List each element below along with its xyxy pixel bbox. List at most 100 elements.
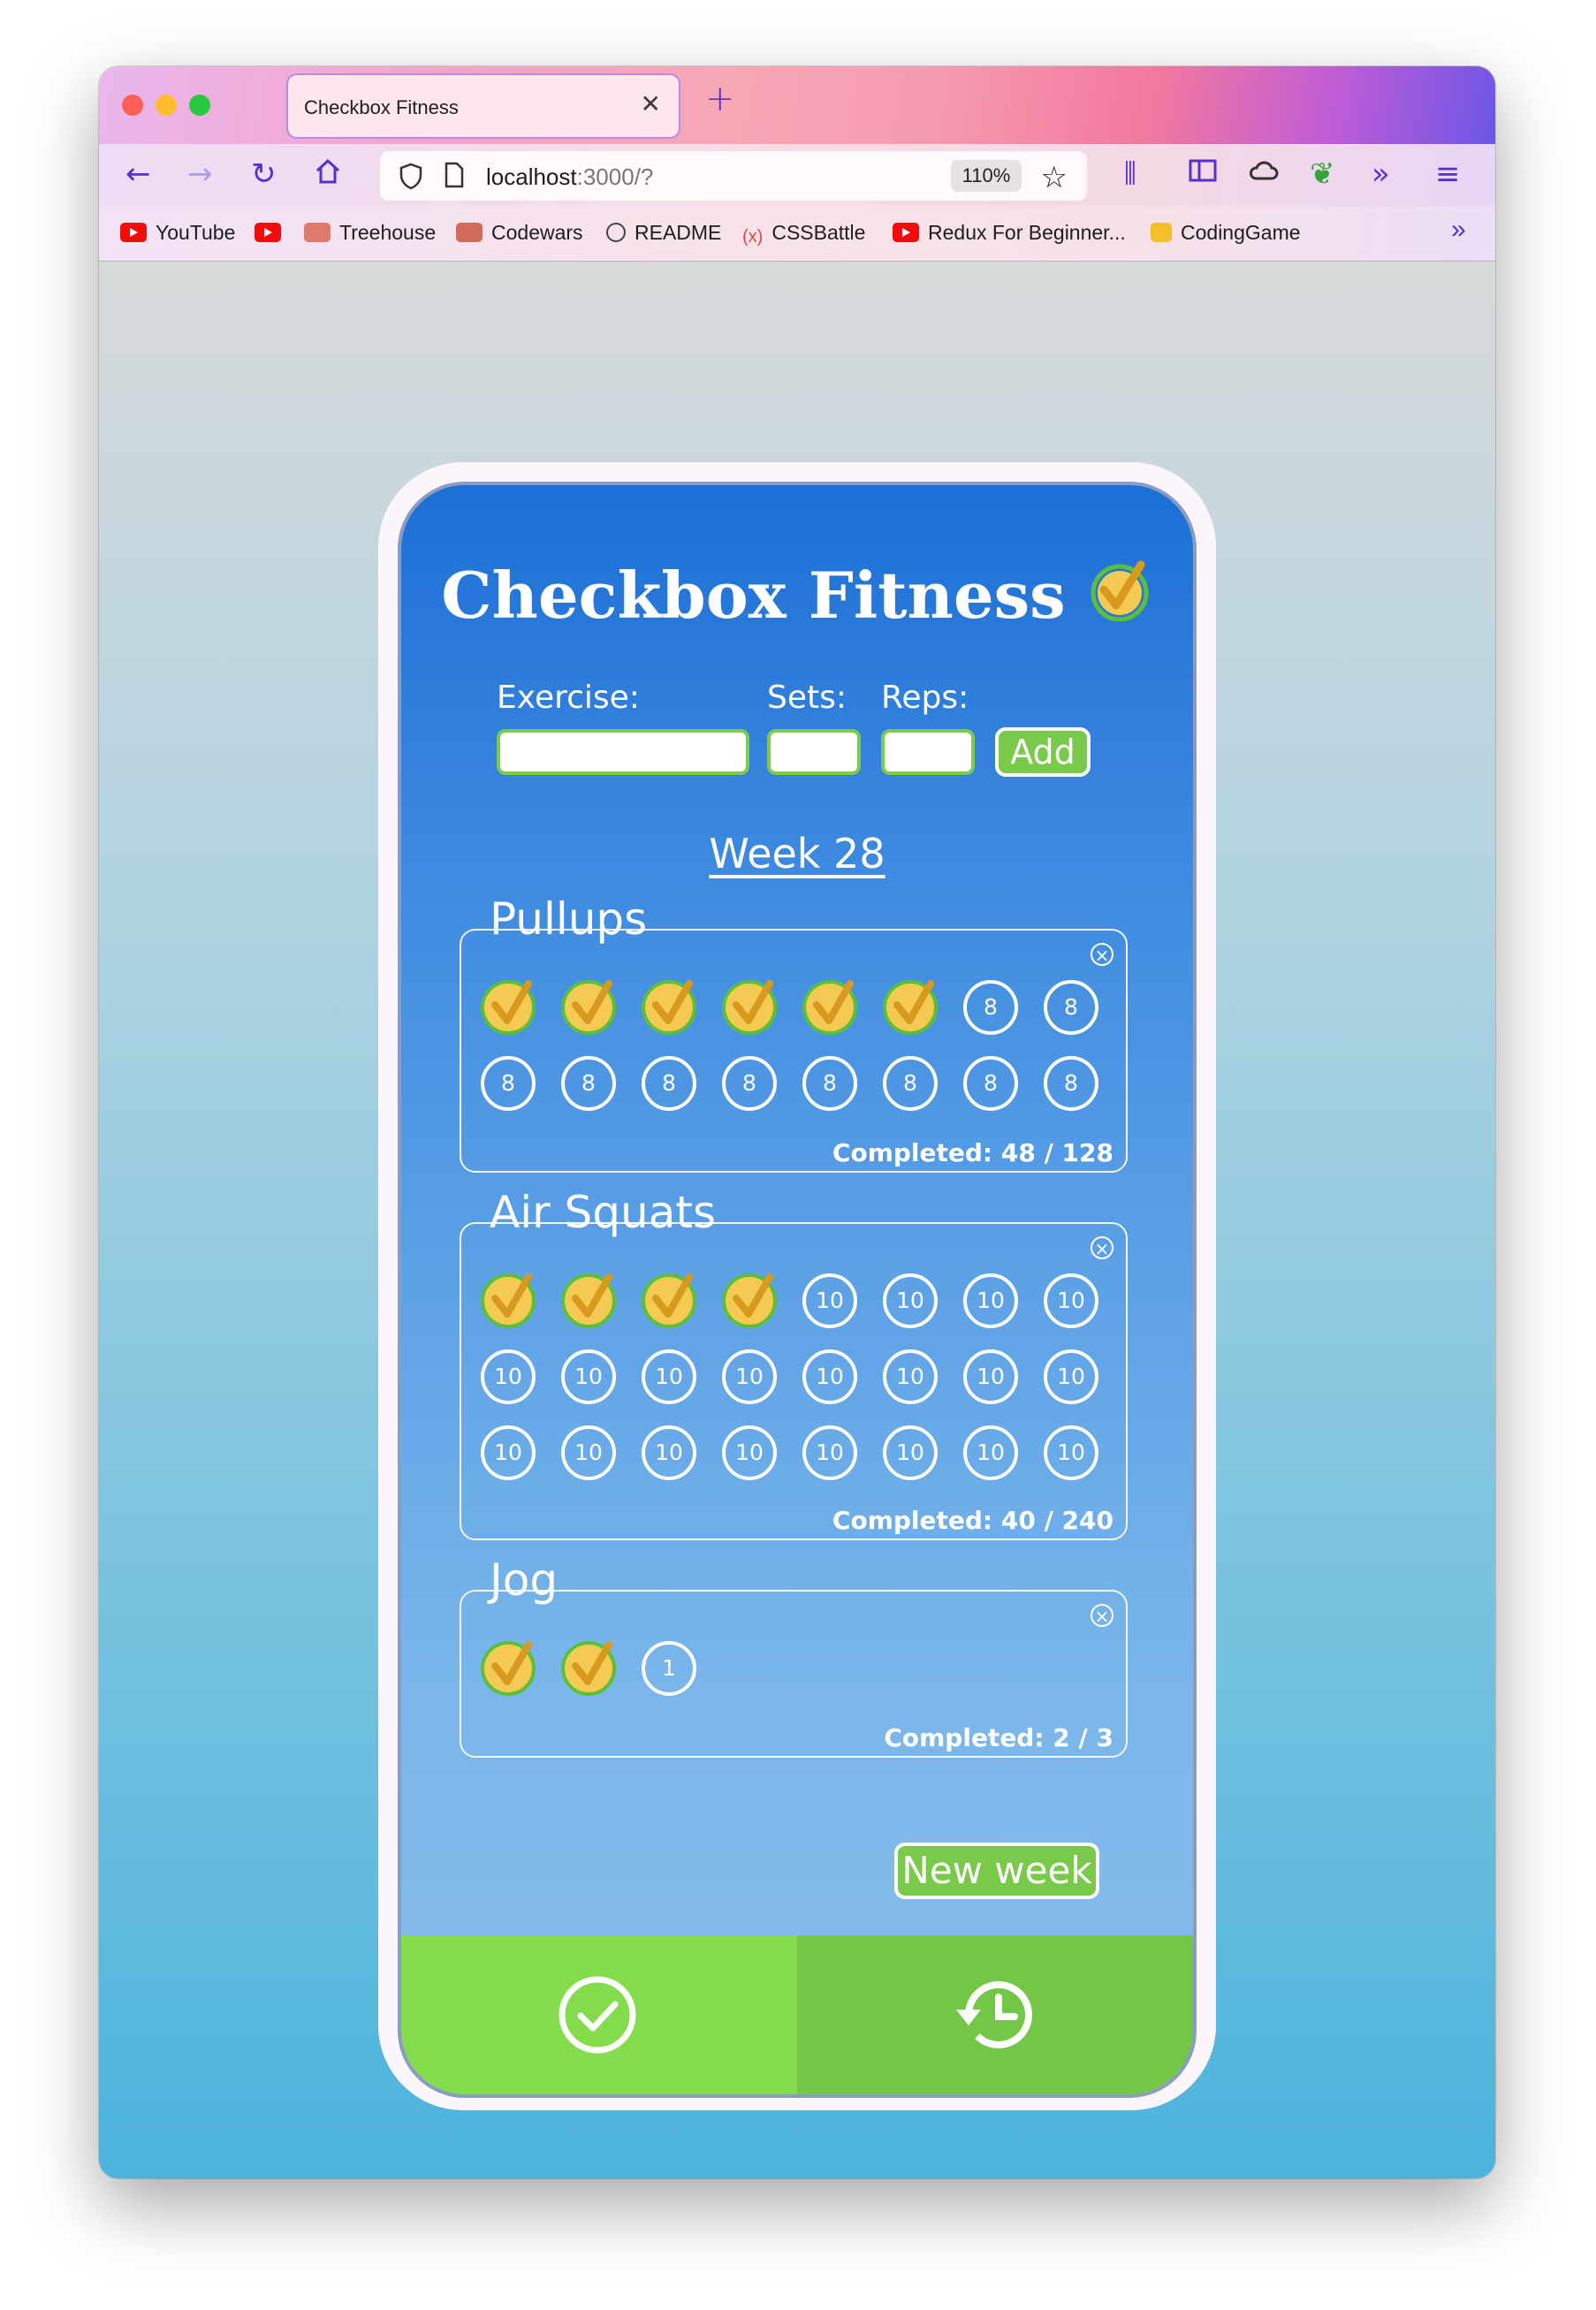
check-logo-icon [1091,560,1149,622]
set-checkbox[interactable]: 8 [963,980,1018,1035]
set-checkbox-done[interactable] [642,1273,696,1328]
bookmark-youtube[interactable]: YouTube [120,221,235,245]
tab-workouts[interactable] [401,1935,797,2094]
zoom-level[interactable]: 110% [951,160,1022,192]
set-checkbox[interactable]: 10 [963,1425,1018,1480]
remove-exercise-icon[interactable]: × [1091,943,1113,966]
set-checkbox[interactable]: 8 [561,1056,616,1111]
sets-input[interactable] [767,729,861,775]
set-checkbox[interactable]: 10 [561,1425,616,1480]
cssbattle-icon: (x) [742,227,764,247]
codewars-icon [456,223,483,242]
set-grid: 1 [481,1641,1098,1696]
set-checkbox-done[interactable] [561,1641,616,1696]
set-checkbox[interactable]: 10 [481,1349,536,1404]
set-checkbox[interactable]: 10 [642,1425,696,1480]
forward-icon[interactable]: → [187,156,213,192]
exercise-card-jog: Jog × 1 Completed: 2 / 3 [460,1554,1128,1758]
set-checkbox-done[interactable] [481,1273,536,1328]
set-checkbox[interactable]: 8 [722,1056,777,1111]
completed-count: Completed: 40 / 240 [832,1506,1113,1535]
week-heading[interactable]: Week 28 [401,830,1193,878]
set-checkbox[interactable]: 10 [1044,1349,1098,1404]
set-checkbox[interactable]: 10 [802,1349,857,1404]
bookmark-treehouse[interactable]: Treehouse [304,221,436,245]
bookmark-codewars[interactable]: Codewars [456,221,583,245]
app-title-text: Checkbox Fitness [441,558,1066,633]
back-icon[interactable]: ← [125,156,151,192]
library-icon[interactable]: ⫼ [1124,156,1136,192]
bookmark-label: README [635,221,722,244]
set-checkbox[interactable]: 10 [802,1273,857,1328]
sidebar-icon[interactable] [1188,156,1218,192]
bookmarks-overflow-icon[interactable]: » [1451,215,1466,245]
set-checkbox[interactable]: 10 [883,1273,938,1328]
bookmark-label: Redux For Beginner... [928,221,1126,244]
set-checkbox-done[interactable] [722,980,777,1035]
menu-icon[interactable]: ≡ [1435,156,1461,192]
add-button[interactable]: Add [995,727,1091,777]
set-checkbox[interactable]: 10 [1044,1273,1098,1328]
bookmark-redux[interactable]: Redux For Beginner... [893,221,1126,245]
set-checkbox[interactable]: 8 [642,1056,696,1111]
set-checkbox[interactable]: 1 [642,1641,696,1696]
tab-title: Checkbox Fitness [304,96,459,118]
set-checkbox[interactable]: 10 [963,1273,1018,1328]
set-checkbox[interactable]: 8 [802,1056,857,1111]
set-checkbox[interactable]: 10 [1044,1425,1098,1480]
set-checkbox[interactable]: 8 [1044,980,1098,1035]
star-icon[interactable]: ☆ [1041,160,1068,195]
youtube-icon [893,223,919,242]
set-checkbox-done[interactable] [481,980,536,1035]
remove-exercise-icon[interactable]: × [1091,1604,1113,1627]
bookmark-cssbattle[interactable]: (x) CSSBattle [742,221,865,247]
zoom-window-button[interactable] [189,95,210,116]
set-checkbox-done[interactable] [481,1641,536,1696]
browser-tab[interactable]: Checkbox Fitness ✕ [288,75,679,137]
set-checkbox[interactable]: 10 [963,1349,1018,1404]
set-checkbox[interactable]: 8 [963,1056,1018,1111]
tab-history[interactable] [797,1935,1193,2094]
set-checkbox[interactable]: 10 [722,1425,777,1480]
set-checkbox[interactable]: 8 [883,1056,938,1111]
app-title: Checkbox Fitness [401,556,1193,633]
reload-icon[interactable]: ↻ [251,156,277,192]
bookmark-readme[interactable]: README [606,221,721,245]
set-checkbox-done[interactable] [561,980,616,1035]
bookmark-youtube-2[interactable] [255,221,290,245]
set-checkbox[interactable]: 10 [481,1425,536,1480]
new-week-button[interactable]: New week [894,1843,1099,1899]
bookmark-codinggame[interactable]: CodingGame [1151,221,1301,245]
exercise-label: Exercise: [497,680,640,716]
set-checkbox[interactable]: 8 [1044,1056,1098,1111]
cloud-icon[interactable] [1248,156,1280,192]
set-checkbox[interactable]: 10 [802,1425,857,1480]
set-checkbox[interactable]: 8 [481,1056,536,1111]
bottom-nav [401,1935,1193,2094]
set-checkbox[interactable]: 10 [883,1425,938,1480]
bookmark-label: YouTube [156,221,236,244]
set-checkbox[interactable]: 10 [883,1349,938,1404]
exercise-name: Jog [490,1554,559,1606]
reps-input[interactable] [881,729,975,775]
minimize-window-button[interactable] [156,95,177,116]
exercise-input[interactable] [497,729,749,775]
new-tab-button[interactable]: + [705,79,735,119]
close-window-button[interactable] [122,95,143,116]
overflow-icon[interactable]: » [1372,156,1390,192]
url-bar[interactable]: localhost:3000/? 110% ☆ [380,151,1087,201]
set-checkbox-done[interactable] [722,1273,777,1328]
close-icon[interactable]: ✕ [641,89,661,118]
set-checkbox-done[interactable] [561,1273,616,1328]
history-icon [956,1980,1032,2048]
set-checkbox[interactable]: 10 [561,1349,616,1404]
home-icon[interactable] [313,156,343,194]
remove-exercise-icon[interactable]: × [1091,1236,1113,1259]
set-checkbox-done[interactable] [642,980,696,1035]
bookmark-label: Treehouse [339,221,437,244]
set-checkbox-done[interactable] [802,980,857,1035]
evernote-icon[interactable]: ❦ [1310,156,1335,192]
set-checkbox-done[interactable] [883,980,938,1035]
set-checkbox[interactable]: 10 [722,1349,777,1404]
set-checkbox[interactable]: 10 [642,1349,696,1404]
